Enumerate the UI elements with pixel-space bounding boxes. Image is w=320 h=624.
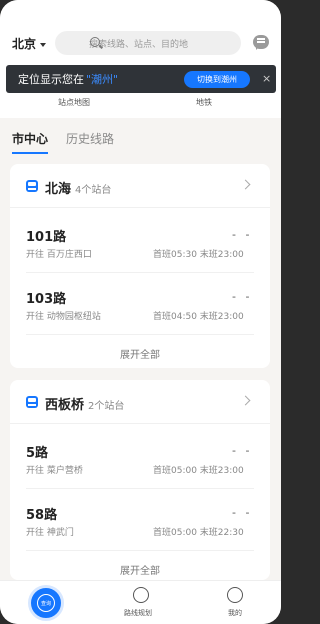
location-toast: 定位显示您在 "潮州" 切换到潮州 ×	[6, 65, 276, 93]
stop-count: 4个站台	[75, 185, 112, 196]
bus-stop-icon	[26, 396, 38, 408]
route-plan-icon[interactable]	[133, 587, 149, 603]
route-direction: 开往 菜户营桥	[26, 466, 83, 476]
station-map-label[interactable]: 站点地图	[58, 97, 90, 108]
stop-count: 2个站台	[88, 401, 125, 412]
route-number: 5路	[26, 446, 49, 461]
active-tab-indicator	[12, 152, 48, 154]
search-input[interactable]: 搜索线路、站点、目的地	[55, 31, 241, 55]
route-schedule: 首班05:30 末班23:00	[153, 250, 244, 260]
bus-query-button[interactable]: 查询	[28, 585, 64, 621]
tab-history[interactable]: 历史线路	[66, 130, 114, 147]
chevron-right-icon	[240, 395, 251, 406]
search-placeholder: 搜索线路、站点、目的地	[89, 39, 189, 50]
profile-icon[interactable]	[227, 587, 243, 603]
top-header: 北京 搜索线路、站点、目的地 站点地图 地铁 定位显示您在 "潮州" 切换到潮州…	[0, 0, 281, 118]
divider	[26, 488, 254, 489]
route-row[interactable]: 103路 - - 开往 动物园枢纽站 首班04:50 末班23:00	[10, 288, 270, 348]
route-number: 101路	[26, 230, 67, 245]
route-schedule: 首班05:00 末班22:30	[153, 528, 244, 538]
message-icon[interactable]	[253, 35, 269, 50]
nav-profile-label[interactable]: 我的	[228, 608, 242, 618]
switch-city-button[interactable]: 切换到潮州	[184, 71, 250, 88]
stop-name: 西板桥	[45, 398, 85, 413]
stop-card: 北海 4个站台 101路 - - 开往 百万庄西口 首班05:30 末班23:0…	[10, 164, 270, 368]
divider	[26, 272, 254, 273]
expand-all-button[interactable]: 展开全部	[10, 562, 270, 577]
route-number: 58路	[26, 508, 58, 523]
divider	[26, 550, 254, 551]
route-schedule: 首班05:00 末班23:00	[153, 466, 244, 476]
route-direction: 开往 百万庄西口	[26, 250, 92, 260]
bus-stop-icon	[26, 180, 38, 192]
nav-route-plan-label[interactable]: 路线规划	[124, 608, 152, 618]
route-direction: 开往 神武门	[26, 528, 74, 538]
divider	[26, 334, 254, 335]
expand-all-button[interactable]: 展开全部	[10, 346, 270, 361]
search-icon	[90, 37, 100, 47]
route-direction: 开往 动物园枢纽站	[26, 312, 101, 322]
route-schedule: 首班04:50 末班23:00	[153, 312, 244, 322]
stop-card-header[interactable]: 北海 4个站台	[10, 164, 270, 208]
stop-card-header[interactable]: 西板桥 2个站台	[10, 380, 270, 424]
close-icon[interactable]: ×	[262, 72, 271, 85]
route-eta: - -	[232, 444, 253, 457]
chevron-right-icon	[240, 179, 251, 190]
tab-city-center[interactable]: 市中心	[12, 130, 48, 147]
city-selector[interactable]: 北京	[12, 35, 47, 52]
route-number: 103路	[26, 292, 67, 307]
toast-text: 定位显示您在	[18, 73, 84, 86]
chevron-down-icon	[40, 42, 47, 47]
route-row[interactable]: 101路 - - 开往 百万庄西口 首班05:30 末班23:00	[10, 226, 270, 286]
route-eta: - -	[232, 290, 253, 303]
bus-query-icon: 查询	[37, 594, 55, 612]
route-eta: - -	[232, 228, 253, 241]
route-row[interactable]: 58路 - - 开往 神武门 首班05:00 末班22:30	[10, 504, 270, 564]
stop-card: 西板桥 2个站台 5路 - - 开往 菜户营桥 首班05:00 末班23:00 …	[10, 380, 270, 580]
subway-label[interactable]: 地铁	[196, 97, 212, 108]
toast-city: "潮州"	[86, 73, 119, 86]
stop-name: 北海	[45, 182, 72, 197]
route-row[interactable]: 5路 - - 开往 菜户营桥 首班05:00 末班23:00	[10, 442, 270, 502]
app-screen: 北京 搜索线路、站点、目的地 站点地图 地铁 定位显示您在 "潮州" 切换到潮州…	[0, 0, 281, 624]
route-eta: - -	[232, 506, 253, 519]
city-label: 北京	[12, 37, 37, 51]
